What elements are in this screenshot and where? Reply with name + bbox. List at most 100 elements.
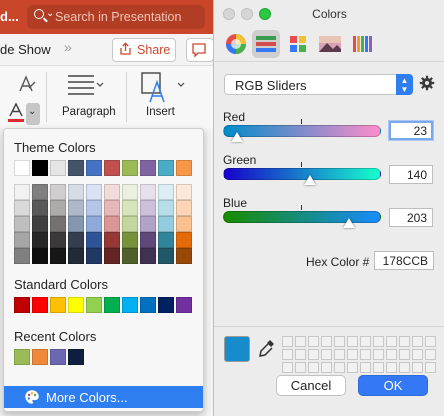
saved-swatch-cell[interactable] xyxy=(425,336,436,347)
theme-shade-swatch[interactable] xyxy=(14,232,30,248)
green-value-field[interactable]: 140 xyxy=(389,165,433,184)
color-palettes-tab[interactable] xyxy=(284,30,312,58)
saved-swatch-cell[interactable] xyxy=(412,336,423,347)
theme-shade-swatch[interactable] xyxy=(86,248,102,264)
saved-swatch-cell[interactable] xyxy=(282,362,293,373)
saved-swatch-cell[interactable] xyxy=(308,336,319,347)
standard-color-swatch[interactable] xyxy=(158,297,174,313)
insert-label[interactable]: Insert xyxy=(146,106,175,118)
saved-swatch-cell[interactable] xyxy=(295,349,306,360)
standard-color-swatch[interactable] xyxy=(122,297,138,313)
recent-color-swatch[interactable] xyxy=(68,349,84,365)
gear-icon[interactable] xyxy=(419,75,435,91)
pencils-tab[interactable] xyxy=(348,30,376,58)
saved-swatch-cell[interactable] xyxy=(425,349,436,360)
saved-swatch-cell[interactable] xyxy=(412,362,423,373)
share-button[interactable]: Share xyxy=(112,38,176,62)
saved-swatch-cell[interactable] xyxy=(373,362,384,373)
theme-shade-swatch[interactable] xyxy=(176,184,192,200)
saved-swatch-cell[interactable] xyxy=(360,362,371,373)
theme-shade-swatch[interactable] xyxy=(176,216,192,232)
saved-swatch-cell[interactable] xyxy=(360,336,371,347)
saved-swatch-cell[interactable] xyxy=(373,349,384,360)
current-color-well[interactable] xyxy=(224,336,250,362)
saved-swatch-cell[interactable] xyxy=(399,336,410,347)
standard-color-swatch[interactable] xyxy=(14,297,30,313)
text-effects-icon[interactable] xyxy=(16,74,38,96)
saved-swatch-cell[interactable] xyxy=(295,362,306,373)
blue-value-field[interactable]: 203 xyxy=(389,208,433,227)
theme-shade-swatch[interactable] xyxy=(104,248,120,264)
theme-shade-swatch[interactable] xyxy=(104,184,120,200)
color-wheel-tab[interactable] xyxy=(222,30,250,58)
color-sliders-tab[interactable] xyxy=(252,30,280,58)
theme-shade-swatch[interactable] xyxy=(140,232,156,248)
theme-shade-swatch[interactable] xyxy=(158,200,174,216)
standard-color-swatch[interactable] xyxy=(104,297,120,313)
standard-color-swatch[interactable] xyxy=(86,297,102,313)
recent-color-swatch[interactable] xyxy=(32,349,48,365)
theme-shade-swatch[interactable] xyxy=(140,200,156,216)
saved-swatch-cell[interactable] xyxy=(412,349,423,360)
saved-swatch-cell[interactable] xyxy=(399,362,410,373)
blue-slider-knob[interactable] xyxy=(343,218,356,228)
tab-slide-show[interactable]: de Show xyxy=(0,42,51,57)
theme-shade-swatch[interactable] xyxy=(104,216,120,232)
theme-shade-swatch[interactable] xyxy=(32,216,48,232)
cancel-button[interactable]: Cancel xyxy=(276,375,346,396)
theme-shade-swatch[interactable] xyxy=(122,216,138,232)
theme-color-swatch[interactable] xyxy=(14,160,30,176)
red-slider-knob[interactable] xyxy=(231,132,244,142)
theme-shade-swatch[interactable] xyxy=(86,216,102,232)
theme-shade-swatch[interactable] xyxy=(32,232,48,248)
theme-shade-swatch[interactable] xyxy=(14,216,30,232)
theme-shade-swatch[interactable] xyxy=(176,232,192,248)
theme-shade-swatch[interactable] xyxy=(122,184,138,200)
saved-swatch-cell[interactable] xyxy=(360,349,371,360)
theme-color-swatch[interactable] xyxy=(32,160,48,176)
saved-swatch-cell[interactable] xyxy=(334,362,345,373)
saved-swatch-cell[interactable] xyxy=(386,336,397,347)
theme-shade-swatch[interactable] xyxy=(140,248,156,264)
theme-shade-swatch[interactable] xyxy=(14,248,30,264)
saved-swatch-cell[interactable] xyxy=(347,349,358,360)
theme-shade-swatch[interactable] xyxy=(158,216,174,232)
theme-shade-swatch[interactable] xyxy=(176,200,192,216)
green-slider-track[interactable] xyxy=(223,168,381,180)
more-colors-item[interactable]: More Colors... xyxy=(4,386,203,408)
insert-shape-icon[interactable] xyxy=(140,70,190,104)
theme-shade-swatch[interactable] xyxy=(140,216,156,232)
theme-shade-swatch[interactable] xyxy=(122,232,138,248)
saved-swatch-cell[interactable] xyxy=(321,362,332,373)
saved-swatch-cell[interactable] xyxy=(386,349,397,360)
theme-shade-swatch[interactable] xyxy=(32,248,48,264)
theme-shade-swatch[interactable] xyxy=(68,232,84,248)
blue-slider-track[interactable] xyxy=(223,211,381,223)
saved-swatch-cell[interactable] xyxy=(295,336,306,347)
saved-swatch-cell[interactable] xyxy=(347,362,358,373)
theme-shade-swatch[interactable] xyxy=(50,200,66,216)
theme-color-swatch[interactable] xyxy=(140,160,156,176)
saved-swatch-cell[interactable] xyxy=(308,362,319,373)
theme-shade-swatch[interactable] xyxy=(50,248,66,264)
theme-shade-swatch[interactable] xyxy=(86,232,102,248)
eyedropper-icon[interactable] xyxy=(258,338,276,360)
theme-shade-swatch[interactable] xyxy=(86,184,102,200)
theme-shade-swatch[interactable] xyxy=(122,200,138,216)
theme-color-swatch[interactable] xyxy=(50,160,66,176)
theme-shade-swatch[interactable] xyxy=(50,232,66,248)
standard-color-swatch[interactable] xyxy=(50,297,66,313)
theme-shade-swatch[interactable] xyxy=(14,200,30,216)
theme-color-swatch[interactable] xyxy=(122,160,138,176)
saved-swatch-cell[interactable] xyxy=(373,336,384,347)
image-palettes-tab[interactable] xyxy=(316,30,344,58)
saved-swatch-cell[interactable] xyxy=(282,336,293,347)
standard-color-swatch[interactable] xyxy=(32,297,48,313)
paragraph-icon[interactable] xyxy=(66,72,104,98)
theme-shade-swatch[interactable] xyxy=(104,232,120,248)
theme-color-swatch[interactable] xyxy=(176,160,192,176)
hex-color-field[interactable]: 178CCB xyxy=(374,251,434,270)
theme-shade-swatch[interactable] xyxy=(68,248,84,264)
theme-shade-swatch[interactable] xyxy=(158,184,174,200)
saved-swatch-cell[interactable] xyxy=(282,349,293,360)
